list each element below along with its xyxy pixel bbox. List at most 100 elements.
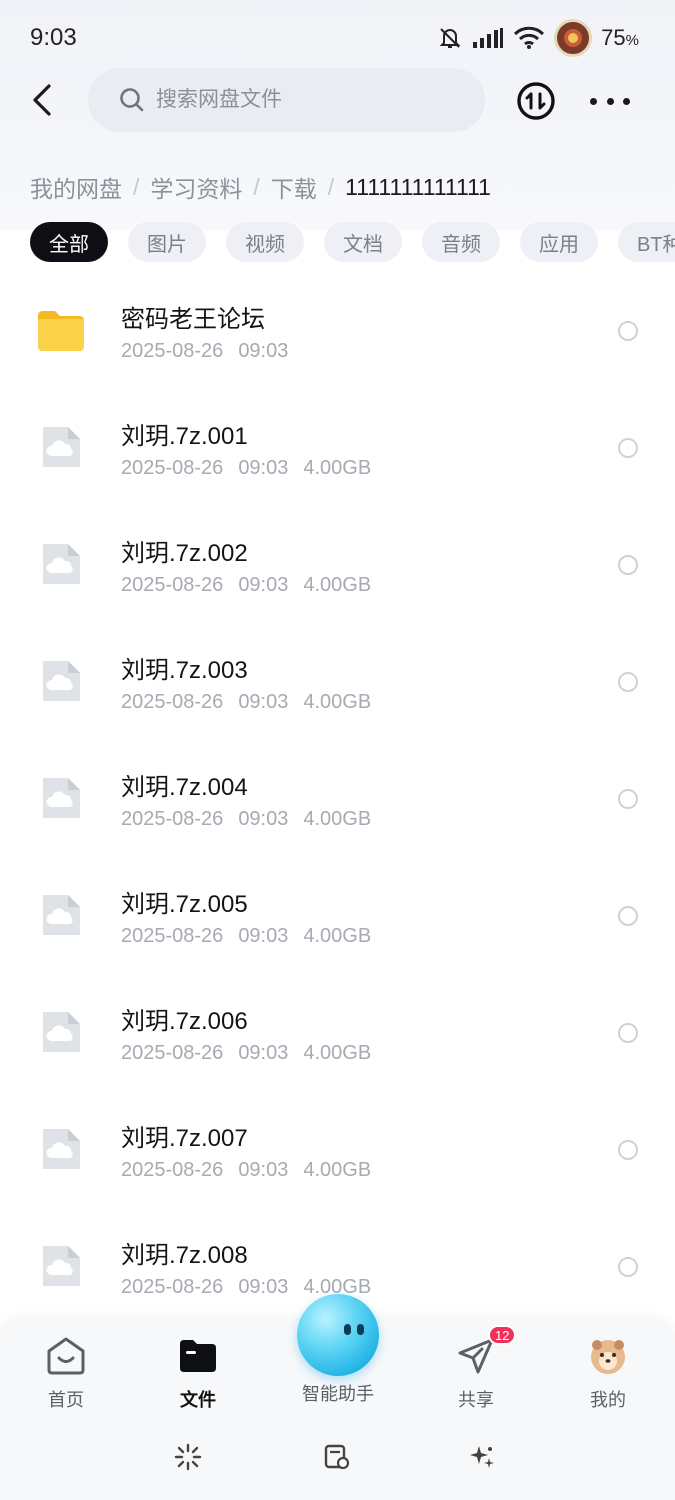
status-bar: 9:03 75% (0, 0, 675, 76)
orb-eye-right (357, 1324, 364, 1335)
select-checkbox[interactable] (618, 1023, 638, 1043)
chip-apps[interactable]: 应用 (520, 222, 598, 262)
file-date: 2025-08-26 (121, 457, 224, 479)
file-size: 4.00GB (303, 574, 372, 596)
back-button[interactable] (22, 80, 62, 120)
nav-profile-label: 我的 (590, 1390, 626, 1410)
file-date: 2025-08-26 (121, 1159, 224, 1181)
breadcrumb-separator: / (327, 173, 335, 200)
list-item[interactable]: 密码老王论坛 2025-08-26 09:03 (0, 272, 675, 389)
cloud-file-icon (43, 427, 80, 467)
folder-icon (176, 1334, 220, 1378)
status-icons: 75% (437, 19, 639, 57)
file-size: 4.00GB (303, 808, 372, 830)
breadcrumb-item-root[interactable]: 我的网盘 (30, 170, 122, 204)
file-date: 2025-08-26 (121, 574, 224, 596)
wifi-icon (513, 26, 545, 50)
nav-files-label: 文件 (180, 1390, 216, 1410)
chip-bt-torrents[interactable]: BT种子 (618, 222, 675, 262)
file-meta: 2025-08-26 09:03 4.00GB (121, 1159, 371, 1182)
orb-eye-left (344, 1324, 351, 1335)
file-meta: 2025-08-26 09:03 4.00GB (121, 808, 371, 831)
file-date: 2025-08-26 (121, 1276, 224, 1298)
file-name: 刘玥.7z.008 (121, 1242, 248, 1269)
transfer-button[interactable] (516, 81, 556, 121)
file-time: 09:03 (238, 691, 289, 713)
file-time: 09:03 (238, 1042, 289, 1064)
more-button[interactable] (590, 86, 630, 116)
file-time: 09:03 (238, 574, 289, 596)
cloud-file-icon (43, 661, 80, 701)
more-icon (590, 97, 597, 105)
file-time: 09:03 (238, 1159, 289, 1181)
select-checkbox[interactable] (618, 672, 638, 692)
select-checkbox[interactable] (618, 906, 638, 926)
list-item[interactable]: 刘玥.7z.007 2025-08-26 09:03 4.00GB (0, 1091, 675, 1208)
file-date: 2025-08-26 (121, 808, 224, 830)
app-notification-avatar (554, 19, 593, 57)
file-size: 4.00GB (303, 1042, 372, 1064)
chip-all[interactable]: 全部 (30, 222, 108, 262)
sparkle-burst-icon[interactable] (173, 1442, 203, 1472)
nav-home-label: 首页 (48, 1390, 84, 1410)
breadcrumb-item-study[interactable]: 学习资料 (150, 170, 242, 204)
select-checkbox[interactable] (618, 321, 638, 341)
battery-percent: 75 (601, 25, 626, 50)
header (0, 66, 675, 134)
file-name: 刘玥.7z.005 (121, 891, 248, 918)
cloud-file-icon (43, 1129, 80, 1169)
file-size: 4.00GB (303, 457, 372, 479)
file-name: 刘玥.7z.001 (121, 423, 248, 450)
nav-assistant-label: 智能助手 (302, 1384, 374, 1404)
file-name: 刘玥.7z.002 (121, 540, 248, 567)
file-meta: 2025-08-26 09:03 4.00GB (121, 925, 371, 948)
chip-documents[interactable]: 文档 (324, 222, 402, 262)
select-checkbox[interactable] (618, 789, 638, 809)
file-meta: 2025-08-26 09:03 4.00GB (121, 691, 371, 714)
status-time: 9:03 (30, 24, 77, 51)
file-date: 2025-08-26 (121, 691, 224, 713)
chip-images[interactable]: 图片 (128, 222, 206, 262)
breadcrumb: 我的网盘 / 学习资料 / 下载 / 1111111111111 (30, 170, 491, 204)
select-checkbox[interactable] (618, 1257, 638, 1277)
select-checkbox[interactable] (618, 438, 638, 458)
cloud-file-icon (43, 895, 80, 935)
search-bar[interactable] (88, 68, 485, 132)
profile-avatar (586, 1334, 630, 1378)
ai-assistant-orb[interactable] (297, 1294, 379, 1376)
list-item[interactable]: 刘玥.7z.002 2025-08-26 09:03 4.00GB (0, 506, 675, 623)
select-checkbox[interactable] (618, 555, 638, 575)
file-size: 4.00GB (303, 925, 372, 947)
nav-home[interactable]: 首页 (16, 1334, 116, 1412)
select-checkbox[interactable] (618, 1140, 638, 1160)
file-date: 2025-08-26 (121, 1042, 224, 1064)
list-item[interactable]: 刘玥.7z.003 2025-08-26 09:03 4.00GB (0, 623, 675, 740)
magic-stars-icon[interactable] (467, 1442, 497, 1472)
list-item[interactable]: 刘玥.7z.006 2025-08-26 09:03 4.00GB (0, 974, 675, 1091)
nav-profile[interactable]: 我的 (558, 1334, 658, 1412)
chip-videos[interactable]: 视频 (226, 222, 304, 262)
file-date: 2025-08-26 (121, 340, 224, 362)
battery-indicator: 75% (601, 25, 639, 51)
cloud-file-icon (43, 1012, 80, 1052)
list-item[interactable]: 刘玥.7z.001 2025-08-26 09:03 4.00GB (0, 389, 675, 506)
bell-muted-icon (437, 25, 463, 51)
file-name: 刘玥.7z.006 (121, 1008, 248, 1035)
cloud-file-icon (43, 544, 80, 584)
file-time: 09:03 (238, 457, 289, 479)
nav-files[interactable]: 文件 (148, 1334, 248, 1412)
list-item[interactable]: 刘玥.7z.005 2025-08-26 09:03 4.00GB (0, 857, 675, 974)
file-meta: 2025-08-26 09:03 4.00GB (121, 457, 371, 480)
filter-chips: 全部 图片 视频 文档 音频 应用 BT种子 (30, 222, 675, 262)
folder-icon (38, 311, 84, 351)
list-item[interactable]: 刘玥.7z.004 2025-08-26 09:03 4.00GB (0, 740, 675, 857)
cleanup-icon[interactable] (322, 1442, 352, 1472)
chip-audio[interactable]: 音频 (422, 222, 500, 262)
breadcrumb-item-download[interactable]: 下载 (271, 170, 317, 204)
cloud-file-icon (43, 778, 80, 818)
file-name: 刘玥.7z.003 (121, 657, 248, 684)
search-input[interactable] (156, 88, 456, 112)
nav-share[interactable]: 共享 (426, 1334, 526, 1412)
file-meta: 2025-08-26 09:03 4.00GB (121, 1042, 371, 1065)
file-list: 密码老王论坛 2025-08-26 09:03 刘玥.7z.001 2025-0… (0, 272, 675, 1325)
